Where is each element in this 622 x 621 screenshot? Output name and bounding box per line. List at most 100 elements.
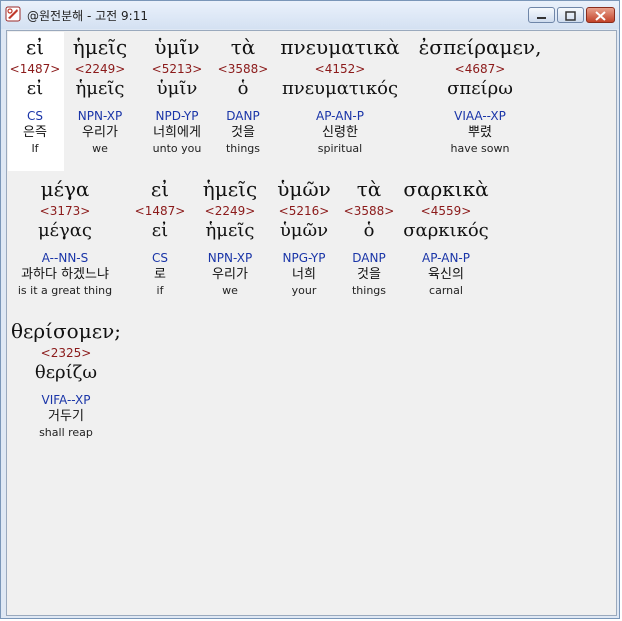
english-gloss: shall reap bbox=[39, 426, 93, 439]
morphology-code[interactable]: NPD-YP bbox=[140, 108, 214, 124]
lexical-form: σαρκικός bbox=[403, 220, 489, 241]
parsing-pane[interactable]: εἰ <1487> εἰ CS 은즉 If ἡμεῖς <2249> ἡμεῖς… bbox=[6, 30, 617, 616]
korean-gloss: 거두기 bbox=[48, 409, 84, 424]
morphology-code[interactable]: AP-AN-P bbox=[275, 108, 405, 124]
korean-gloss: 신령한 bbox=[322, 125, 358, 140]
korean-gloss: 과하다 하겠느냐 bbox=[21, 267, 109, 282]
english-gloss: we bbox=[222, 284, 238, 297]
word-cell[interactable]: ὑμῖν <5213> ὑμῖν NPD-YP 너희에게 unto you bbox=[140, 35, 214, 156]
morphology-code[interactable]: NPN-XP bbox=[193, 250, 267, 266]
lexical-form: πνευματικός bbox=[281, 78, 399, 99]
english-gloss: your bbox=[291, 284, 317, 297]
lexical-form: ἡμεῖς bbox=[205, 220, 255, 241]
korean-gloss: 은즉 bbox=[23, 125, 47, 140]
korean-gloss: 너희에게 bbox=[153, 125, 201, 140]
morphology-code[interactable]: DANP bbox=[341, 250, 397, 266]
strong-number[interactable]: <1487> bbox=[129, 203, 191, 219]
morphology-code[interactable]: AP-AN-P bbox=[397, 250, 495, 266]
close-button[interactable] bbox=[586, 7, 615, 23]
greek-word: ἐσπείραμεν, bbox=[418, 35, 542, 59]
english-gloss: if bbox=[156, 284, 164, 297]
word-cell[interactable]: εἰ <1487> εἰ CS 로 if bbox=[129, 177, 191, 298]
strong-number[interactable]: <5213> bbox=[140, 61, 214, 77]
lexical-form: ἡμεῖς bbox=[75, 78, 125, 99]
english-gloss: carnal bbox=[429, 284, 463, 297]
morphology-code[interactable]: NPG-YP bbox=[269, 250, 339, 266]
lexical-form: σπείρω bbox=[447, 78, 513, 99]
minimize-icon bbox=[537, 17, 546, 19]
english-gloss: is it a great thing bbox=[17, 284, 113, 297]
english-gloss: we bbox=[92, 142, 108, 155]
window-title: @원전분해 - 고전 9:11 bbox=[27, 9, 148, 23]
strong-number[interactable]: <2325> bbox=[7, 345, 125, 361]
korean-gloss: 우리가 bbox=[82, 125, 118, 140]
word-cell[interactable]: ἡμεῖς <2249> ἡμεῖς NPN-XP 우리가 we bbox=[63, 35, 137, 156]
english-gloss: things bbox=[351, 284, 387, 297]
word-cell[interactable]: ἡμεῖς <2249> ἡμεῖς NPN-XP 우리가 we bbox=[193, 177, 267, 298]
greek-word: ἡμεῖς bbox=[72, 35, 128, 59]
minimize-button[interactable] bbox=[528, 7, 555, 23]
word-cell[interactable]: εἰ <1487> εἰ CS 은즉 If bbox=[7, 35, 65, 156]
word-cell[interactable]: ἐσπείραμεν, <4687> σπείρω VIAA--XP 뿌렸 ha… bbox=[409, 35, 551, 156]
korean-gloss: 것을 bbox=[231, 125, 255, 140]
lexical-form: ὁ bbox=[363, 220, 375, 241]
greek-word: θερίσομεν; bbox=[11, 319, 121, 343]
english-gloss: If bbox=[31, 142, 39, 155]
lexical-form: θερίζω bbox=[34, 362, 98, 383]
english-gloss: unto you bbox=[152, 142, 202, 155]
korean-gloss: 뿌렸 bbox=[468, 125, 492, 140]
lexical-form: ὁ bbox=[237, 78, 249, 99]
korean-gloss: 로 bbox=[154, 267, 166, 282]
morphology-code[interactable]: CS bbox=[129, 250, 191, 266]
lexical-form: εἰ bbox=[26, 78, 44, 99]
greek-word: τὰ bbox=[230, 35, 256, 59]
word-cell[interactable]: τὰ <3588> ὁ DANP 것을 things bbox=[341, 177, 397, 298]
maximize-button[interactable] bbox=[557, 7, 584, 23]
word-cell[interactable]: θερίσομεν; <2325> θερίζω VIFA--XP 거두기 sh… bbox=[7, 319, 125, 440]
greek-word: μέγα bbox=[40, 177, 90, 201]
word-cell[interactable]: ὑμῶν <5216> ὑμῶν NPG-YP 너희 your bbox=[269, 177, 339, 298]
greek-word: εἰ bbox=[25, 35, 45, 59]
lexical-form: εἰ bbox=[151, 220, 169, 241]
strong-number[interactable]: <4152> bbox=[275, 61, 405, 77]
morphology-code[interactable]: VIFA--XP bbox=[7, 392, 125, 408]
word-cell[interactable]: μέγα <3173> μέγας A--NN-S 과하다 하겠느냐 is it… bbox=[7, 177, 123, 298]
word-cell[interactable]: τὰ <3588> ὁ DANP 것을 things bbox=[215, 35, 271, 156]
morphology-code[interactable]: VIAA--XP bbox=[409, 108, 551, 124]
strong-number[interactable]: <4559> bbox=[397, 203, 495, 219]
greek-word: ὑμῶν bbox=[277, 177, 331, 201]
morphology-code[interactable]: DANP bbox=[215, 108, 271, 124]
korean-gloss: 너희 bbox=[292, 267, 316, 282]
greek-word: ἡμεῖς bbox=[202, 177, 258, 201]
lexical-form: ὑμῶν bbox=[279, 220, 329, 241]
strong-number[interactable]: <3173> bbox=[7, 203, 123, 219]
word-cell[interactable]: σαρκικὰ <4559> σαρκικός AP-AN-P 육신의 carn… bbox=[397, 177, 495, 298]
lexical-form: μέγας bbox=[37, 220, 93, 241]
greek-word: σαρκικὰ bbox=[403, 177, 489, 201]
strong-number[interactable]: <3588> bbox=[215, 61, 271, 77]
app-window: @원전분해 - 고전 9:11 εἰ <1487> εἰ CS 은즉 If ἡμ… bbox=[0, 0, 620, 619]
english-gloss: spiritual bbox=[317, 142, 363, 155]
title-bar[interactable]: @원전분해 - 고전 9:11 bbox=[1, 1, 619, 29]
korean-gloss: 것을 bbox=[357, 267, 381, 282]
strong-number[interactable]: <2249> bbox=[193, 203, 267, 219]
korean-gloss: 우리가 bbox=[212, 267, 248, 282]
greek-word: ὑμῖν bbox=[154, 35, 200, 59]
morphology-code[interactable]: A--NN-S bbox=[7, 250, 123, 266]
strong-number[interactable]: <3588> bbox=[341, 203, 397, 219]
app-logo-icon bbox=[5, 6, 21, 22]
strong-number[interactable]: <1487> bbox=[7, 61, 65, 77]
strong-number[interactable]: <5216> bbox=[269, 203, 339, 219]
strong-number[interactable]: <2249> bbox=[63, 61, 137, 77]
strong-number[interactable]: <4687> bbox=[409, 61, 551, 77]
greek-word: τὰ bbox=[356, 177, 382, 201]
maximize-icon bbox=[565, 11, 576, 21]
greek-word: πνευματικὰ bbox=[280, 35, 400, 59]
word-cell[interactable]: πνευματικὰ <4152> πνευματικός AP-AN-P 신령… bbox=[275, 35, 405, 156]
morphology-code[interactable]: NPN-XP bbox=[63, 108, 137, 124]
english-gloss: things bbox=[225, 142, 261, 155]
morphology-code[interactable]: CS bbox=[7, 108, 65, 124]
lexical-form: ὑμῖν bbox=[156, 78, 198, 99]
greek-word: εἰ bbox=[150, 177, 170, 201]
korean-gloss: 육신의 bbox=[428, 267, 464, 282]
